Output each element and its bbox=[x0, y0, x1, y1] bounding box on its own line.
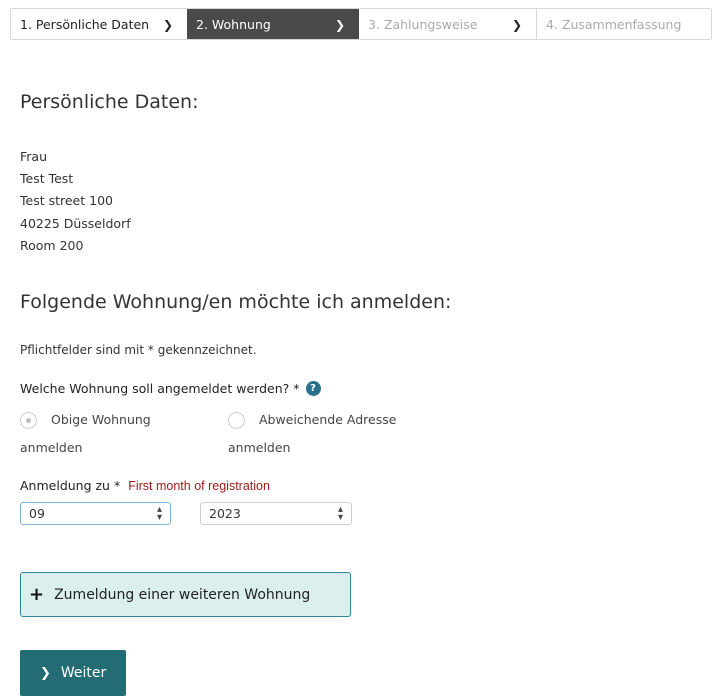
progress-stepper: 1. Persönliche Daten ❯ 2. Wohnung ❯ 3. Z… bbox=[10, 8, 712, 40]
apartment-question: Welche Wohnung soll angemeldet werden? *… bbox=[20, 381, 321, 396]
apartment-heading: Folgende Wohnung/en möchte ich anmelden: bbox=[20, 291, 452, 313]
question-label: Welche Wohnung soll angemeldet werden? * bbox=[20, 381, 300, 396]
step-label: 4. Zusammenfassung bbox=[546, 16, 682, 32]
radio-label-line1: Obige Wohnung bbox=[51, 412, 151, 427]
year-value: 2023 bbox=[209, 506, 241, 521]
next-button[interactable]: ❯ Weiter bbox=[20, 650, 126, 696]
personal-address: Frau Test Test Test street 100 40225 Düs… bbox=[20, 146, 131, 257]
address-line: Frau bbox=[20, 149, 48, 164]
radio-label-line2: anmelden bbox=[228, 440, 291, 455]
chevron-right-icon: ❯ bbox=[40, 665, 51, 681]
registration-label: Anmeldung zu * First month of registrati… bbox=[20, 478, 270, 493]
help-icon[interactable]: ? bbox=[305, 381, 321, 396]
add-apartment-label: Zumeldung einer weiteren Wohnung bbox=[54, 586, 311, 603]
add-apartment-button[interactable]: + Zumeldung einer weiteren Wohnung bbox=[20, 572, 351, 617]
step-personal-data[interactable]: 1. Persönliche Daten ❯ bbox=[11, 9, 187, 39]
step-label: 1. Persönliche Daten bbox=[20, 16, 150, 32]
plus-icon: + bbox=[29, 584, 45, 605]
month-select[interactable]: 09 ▴ ▾ bbox=[20, 502, 171, 525]
month-value: 09 bbox=[29, 506, 45, 521]
chevron-right-icon: ❯ bbox=[335, 18, 346, 32]
address-line: 40225 Düsseldorf bbox=[20, 215, 131, 231]
step-summary: 4. Zusammenfassung bbox=[536, 9, 711, 39]
chevron-right-icon: ❯ bbox=[512, 18, 523, 32]
address-line: Test street 100 bbox=[20, 193, 113, 209]
radio-button[interactable] bbox=[228, 411, 245, 429]
next-label: Weiter bbox=[60, 665, 107, 681]
step-label: 2. Wohnung bbox=[196, 16, 271, 32]
personal-data-heading: Persönliche Daten: bbox=[20, 91, 199, 113]
up-down-caret-icon: ▴ ▾ bbox=[337, 504, 343, 523]
radio-option-same-address[interactable]: Obige Wohnung anmelden bbox=[20, 406, 151, 462]
registration-hint: First month of registration bbox=[128, 479, 270, 493]
chevron-right-icon: ❯ bbox=[163, 18, 174, 32]
address-line: Room 200 bbox=[20, 237, 84, 253]
up-down-caret-icon: ▴ ▾ bbox=[156, 504, 162, 523]
registration-label-text: Anmeldung zu * bbox=[20, 478, 121, 493]
step-apartment[interactable]: 2. Wohnung ❯ bbox=[187, 9, 359, 39]
step-payment: 3. Zahlungsweise ❯ bbox=[359, 9, 536, 39]
year-select[interactable]: 2023 ▴ ▾ bbox=[200, 502, 352, 525]
radio-button-checked[interactable] bbox=[20, 411, 37, 429]
required-fields-note: Pflichtfelder sind mit * gekennzeichnet. bbox=[20, 343, 257, 357]
radio-label-line2: anmelden bbox=[20, 440, 83, 455]
step-label: 3. Zahlungsweise bbox=[368, 16, 478, 32]
radio-option-other-address[interactable]: Abweichende Adresse anmelden bbox=[228, 406, 396, 462]
address-line: Test Test bbox=[20, 171, 74, 187]
radio-label-line1: Abweichende Adresse bbox=[259, 412, 397, 427]
